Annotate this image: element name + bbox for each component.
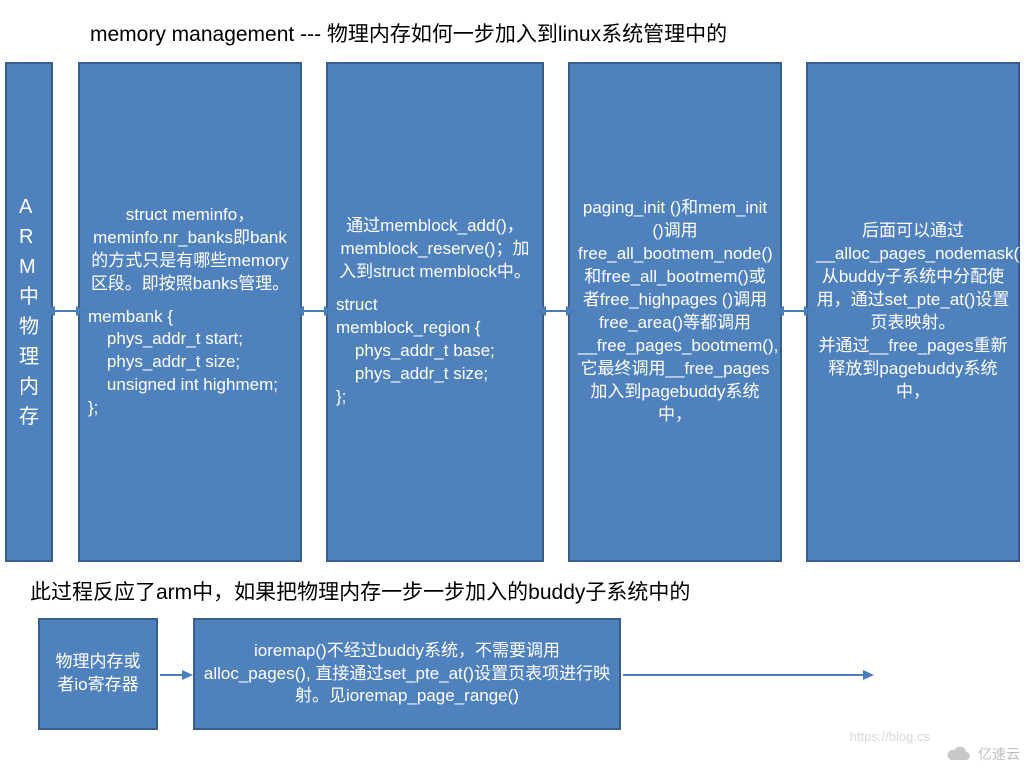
box1-top: struct meminfo，meminfo.nr_banks即bank的方式只… (88, 204, 292, 296)
box-alloc-pages: 后面可以通过__alloc_pages_nodemask()从buddy子系统中… (806, 62, 1020, 562)
box2-code: struct memblock_region { phys_addr_t bas… (336, 294, 534, 409)
box3-text: paging_init ()和mem_init ()调用free_all_boo… (578, 197, 772, 426)
watermark-link: https://blog.cs (850, 729, 930, 744)
cloud-icon (946, 746, 972, 762)
box-free-pages: paging_init ()和mem_init ()调用free_all_boo… (568, 62, 782, 562)
arrow-bi-1-2 (304, 310, 324, 312)
arrow-bi-2-3 (546, 310, 566, 312)
watermark-brand: 亿速云 (978, 744, 1020, 764)
box-ioremap: ioremap()不经过buddy系统，不需要调用alloc_pages(), … (193, 618, 621, 730)
box-meminfo: struct meminfo，meminfo.nr_banks即bank的方式只… (78, 62, 302, 562)
box-memblock: 通过memblock_add()，memblock_reserve()；加入到s… (326, 62, 544, 562)
arrow-bi-3-4 (784, 310, 804, 312)
arrow-bi-0-1 (55, 310, 76, 312)
box6-text: ioremap()不经过buddy系统，不需要调用alloc_pages(), … (203, 640, 611, 709)
box0-text: ARM中物理内存 (19, 192, 39, 432)
box-io-register: 物理内存或者io寄存器 (38, 618, 158, 730)
mid-text: 此过程反应了arm中，如果把物理内存一步一步加入的buddy子系统中的 (30, 576, 690, 606)
box2-top: 通过memblock_add()，memblock_reserve()；加入到s… (336, 215, 534, 284)
arrow-r-5-6 (160, 674, 182, 676)
diagram-title: memory management --- 物理内存如何一步加入到linux系统… (90, 18, 727, 48)
box4-text: 后面可以通过__alloc_pages_nodemask()从buddy子系统中… (816, 220, 1010, 404)
box5-text: 物理内存或者io寄存器 (48, 651, 148, 697)
box1-code: membank { phys_addr_t start; phys_addr_t… (88, 306, 292, 421)
watermark: 亿速云 (946, 744, 1020, 764)
arrow-r-6-out (623, 674, 863, 676)
